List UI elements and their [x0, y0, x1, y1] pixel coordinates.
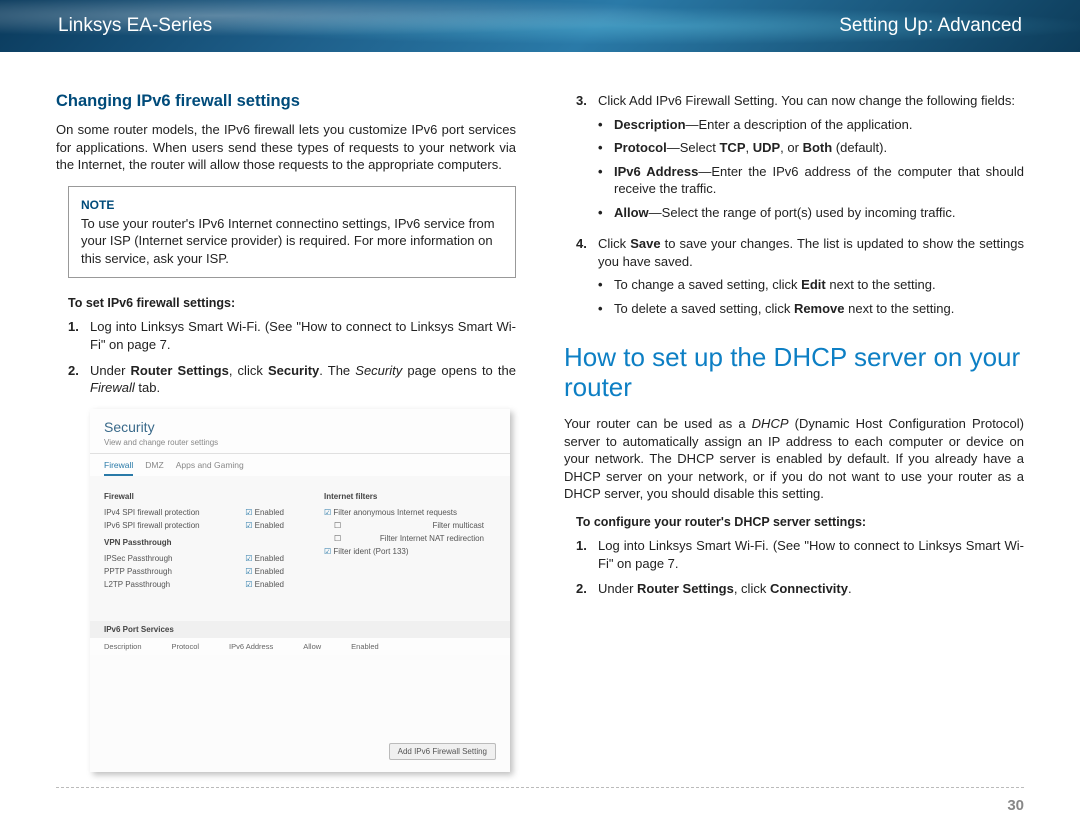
tab-apps[interactable]: Apps and Gaming	[176, 460, 244, 476]
step1: Log into Linksys Smart Wi-Fi. (See "How …	[90, 318, 516, 353]
subheading-ipv6: Changing IPv6 firewall settings	[56, 92, 516, 111]
dhcp-step2: Under Router Settings, click Connectivit…	[598, 580, 1024, 598]
dhcp-intro: Your router can be used as a DHCP (Dynam…	[564, 415, 1024, 503]
footer-divider	[56, 787, 1024, 788]
intro-text: On some router models, the IPv6 firewall…	[56, 121, 516, 174]
header-banner: Linksys EA-Series Setting Up: Advanced	[0, 0, 1080, 52]
header-left: Linksys EA-Series	[58, 15, 212, 37]
header-right: Setting Up: Advanced	[839, 15, 1022, 37]
step2: Under Router Settings, click Security. T…	[90, 362, 516, 397]
add-firewall-button[interactable]: Add IPv6 Firewall Setting	[389, 743, 496, 760]
tab-firewall[interactable]: Firewall	[104, 460, 133, 476]
note-body: To use your router's IPv6 Internet conne…	[81, 215, 503, 268]
ss-subtitle: View and change router settings	[104, 438, 496, 447]
note-title: NOTE	[81, 197, 503, 213]
dhcp-step1: Log into Linksys Smart Wi-Fi. (See "How …	[598, 537, 1024, 572]
steps-list-dhcp: 1.Log into Linksys Smart Wi-Fi. (See "Ho…	[576, 537, 1024, 598]
router-screenshot: Security View and change router settings…	[90, 409, 510, 772]
step3: Click Add IPv6 Firewall Setting. You can…	[598, 92, 1024, 227]
steps-list-right: 3. Click Add IPv6 Firewall Setting. You …	[576, 92, 1024, 323]
heading-dhcp: How to set up the DHCP server on your ro…	[564, 343, 1024, 403]
right-column: 3. Click Add IPv6 Firewall Setting. You …	[564, 92, 1024, 772]
page-number: 30	[1007, 797, 1024, 814]
note-box: NOTE To use your router's IPv6 Internet …	[68, 186, 516, 279]
tab-dmz[interactable]: DMZ	[145, 460, 163, 476]
ss-tabs: Firewall DMZ Apps and Gaming	[90, 454, 510, 476]
left-column: Changing IPv6 firewall settings On some …	[56, 92, 516, 772]
ss-title: Security	[104, 419, 496, 435]
steps-list-left: 1.Log into Linksys Smart Wi-Fi. (See "Ho…	[68, 318, 516, 396]
step4: Click Save to save your changes. The lis…	[598, 235, 1024, 323]
task-label-dhcp: To configure your router's DHCP server s…	[576, 515, 1024, 529]
task-label: To set IPv6 firewall settings:	[68, 296, 516, 310]
